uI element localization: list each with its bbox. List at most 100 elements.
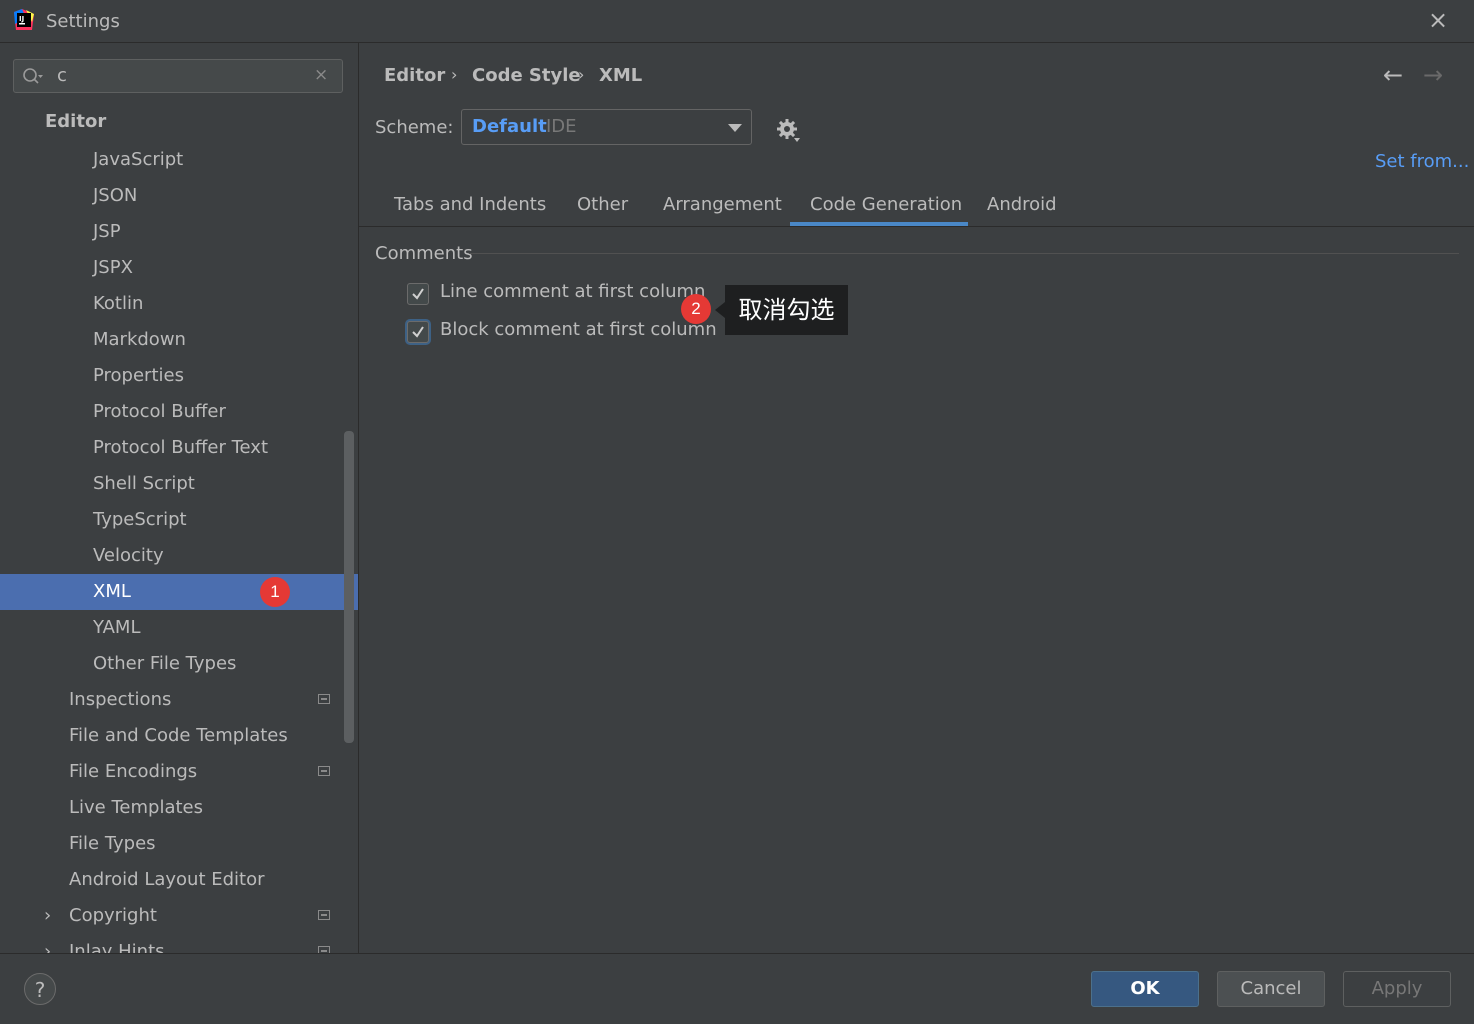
tree-item-label: Protocol Buffer bbox=[93, 401, 226, 422]
tab-android[interactable]: Android bbox=[987, 194, 1057, 215]
tree-item-label: File and Code Templates bbox=[69, 725, 288, 746]
tree-item-label: JSPX bbox=[93, 257, 133, 278]
line-comment-label: Line comment at first column bbox=[440, 281, 706, 302]
line-comment-checkbox[interactable] bbox=[407, 283, 429, 305]
tree-item-label: Markdown bbox=[93, 329, 186, 350]
intellij-app-icon: IJ bbox=[14, 9, 34, 30]
settings-sidebar: c × Editor JavaScript JSON JSP JSPX Kotl… bbox=[0, 43, 359, 953]
tree-item-file-and-code-templates[interactable]: File and Code Templates bbox=[0, 718, 344, 754]
tree-item-label: TypeScript bbox=[93, 509, 187, 530]
uncheck-instruction-tooltip: 取消勾选 bbox=[715, 285, 848, 335]
block-comment-checkbox[interactable] bbox=[407, 321, 429, 343]
tree-item-file-encodings[interactable]: File Encodings bbox=[0, 754, 344, 790]
scheme-dropdown[interactable]: Default IDE bbox=[461, 109, 752, 145]
tree-item-file-types[interactable]: File Types bbox=[0, 826, 344, 862]
tree-item-markdown[interactable]: Markdown bbox=[0, 322, 344, 358]
checkmark-icon bbox=[412, 288, 424, 300]
tree-item-label: JSP bbox=[93, 221, 121, 242]
project-scope-icon bbox=[318, 694, 330, 704]
tree-item-velocity[interactable]: Velocity bbox=[0, 538, 344, 574]
window-title: Settings bbox=[46, 11, 120, 32]
search-icon bbox=[23, 68, 43, 84]
tree-item-label: File Encodings bbox=[69, 761, 198, 782]
scheme-label: Scheme: bbox=[375, 117, 454, 138]
scheme-name: Default bbox=[472, 116, 547, 137]
sidebar-scrollbar[interactable] bbox=[344, 431, 354, 743]
comments-section-title: Comments bbox=[375, 243, 473, 264]
tree-item-javascript[interactable]: JavaScript bbox=[0, 142, 344, 178]
set-from-link[interactable]: Set from... bbox=[1375, 151, 1469, 172]
gear-icon[interactable] bbox=[775, 117, 803, 145]
title-bar: IJ Settings × bbox=[0, 0, 1474, 43]
tree-item-label: Inspections bbox=[69, 689, 172, 710]
svg-text:IJ: IJ bbox=[19, 15, 24, 23]
tree-item-shell-script[interactable]: Shell Script bbox=[0, 466, 344, 502]
tree-item-yaml[interactable]: YAML bbox=[0, 610, 344, 646]
tree-item-label: XML bbox=[93, 581, 131, 602]
clear-search-icon[interactable]: × bbox=[314, 65, 328, 85]
tab-arrangement[interactable]: Arrangement bbox=[663, 194, 782, 215]
tree-item-label: Kotlin bbox=[93, 293, 144, 314]
tree-item-label: Editor bbox=[45, 111, 107, 132]
step-2-badge: 2 bbox=[681, 294, 711, 324]
project-scope-icon bbox=[318, 946, 330, 953]
tree-item-label: Properties bbox=[93, 365, 184, 386]
scheme-kind: IDE bbox=[546, 116, 577, 137]
tree-item-jspx[interactable]: JSPX bbox=[0, 250, 344, 286]
dialog-footer: ? OK Cancel Apply bbox=[0, 953, 1474, 1024]
tree-item-xml[interactable]: XML 1 bbox=[0, 574, 358, 610]
chevron-right-icon[interactable]: › bbox=[44, 898, 51, 934]
ok-button[interactable]: OK bbox=[1091, 971, 1199, 1007]
tree-item-properties[interactable]: Properties bbox=[0, 358, 344, 394]
tab-tabs-and-indents[interactable]: Tabs and Indents bbox=[394, 194, 546, 215]
apply-button[interactable]: Apply bbox=[1343, 971, 1451, 1007]
breadcrumb-separator: › bbox=[578, 65, 585, 84]
tree-item-label: Shell Script bbox=[93, 473, 195, 494]
tree-item-label: Other File Types bbox=[93, 653, 237, 674]
tree-item-label: Protocol Buffer Text bbox=[93, 437, 269, 458]
tree-item-label: File Types bbox=[69, 833, 156, 854]
project-scope-icon bbox=[318, 910, 330, 920]
breadcrumb-code-style[interactable]: Code Style bbox=[472, 65, 581, 86]
chevron-down-icon bbox=[728, 124, 742, 132]
project-scope-icon bbox=[318, 766, 330, 776]
tree-item-label: Live Templates bbox=[69, 797, 203, 818]
tree-item-android-layout-editor[interactable]: Android Layout Editor bbox=[0, 862, 344, 898]
tree-item-label: Velocity bbox=[93, 545, 164, 566]
tree-item-other-file-types[interactable]: Other File Types bbox=[0, 646, 344, 682]
tree-item-label: JSON bbox=[93, 185, 138, 206]
block-comment-label: Block comment at first column bbox=[440, 319, 717, 340]
tree-item-kotlin[interactable]: Kotlin bbox=[0, 286, 344, 322]
tree-item-inlay-hints[interactable]: › Inlay Hints bbox=[0, 934, 344, 953]
chevron-right-icon[interactable]: › bbox=[44, 934, 51, 953]
tree-item-copyright[interactable]: › Copyright bbox=[0, 898, 344, 934]
main-panel: Editor › Code Style › XML ← → Scheme: De… bbox=[359, 43, 1474, 953]
breadcrumb-editor[interactable]: Editor bbox=[384, 65, 445, 86]
active-tab-indicator bbox=[790, 222, 968, 226]
breadcrumb-xml: XML bbox=[599, 65, 643, 86]
search-input[interactable]: c bbox=[57, 65, 67, 86]
breadcrumb-separator: › bbox=[451, 65, 458, 84]
cancel-button[interactable]: Cancel bbox=[1217, 971, 1325, 1007]
tree-item-inspections[interactable]: Inspections bbox=[0, 682, 344, 718]
tab-code-generation[interactable]: Code Generation bbox=[810, 194, 962, 215]
tree-item-label: Android Layout Editor bbox=[69, 869, 265, 890]
help-icon[interactable]: ? bbox=[24, 973, 56, 1005]
checkmark-icon bbox=[412, 326, 424, 338]
search-field[interactable]: c × bbox=[13, 59, 343, 93]
tree-item-protocol-buffer-text[interactable]: Protocol Buffer Text bbox=[0, 430, 344, 466]
tab-other[interactable]: Other bbox=[577, 194, 628, 215]
step-1-badge: 1 bbox=[260, 577, 290, 607]
forward-arrow-icon[interactable]: → bbox=[1423, 61, 1443, 89]
tree-item-typescript[interactable]: TypeScript bbox=[0, 502, 344, 538]
tree-item-protocol-buffer[interactable]: Protocol Buffer bbox=[0, 394, 344, 430]
tab-bar: Tabs and Indents Other Arrangement Code … bbox=[359, 183, 1474, 227]
tree-item-editor[interactable]: Editor bbox=[0, 104, 344, 140]
tree-item-json[interactable]: JSON bbox=[0, 178, 344, 214]
close-icon[interactable]: × bbox=[1424, 6, 1452, 34]
tree-item-label: Copyright bbox=[69, 905, 157, 926]
tree-item-jsp[interactable]: JSP bbox=[0, 214, 344, 250]
tree-item-label: Inlay Hints bbox=[69, 941, 165, 953]
back-arrow-icon[interactable]: ← bbox=[1383, 61, 1403, 89]
tree-item-live-templates[interactable]: Live Templates bbox=[0, 790, 344, 826]
